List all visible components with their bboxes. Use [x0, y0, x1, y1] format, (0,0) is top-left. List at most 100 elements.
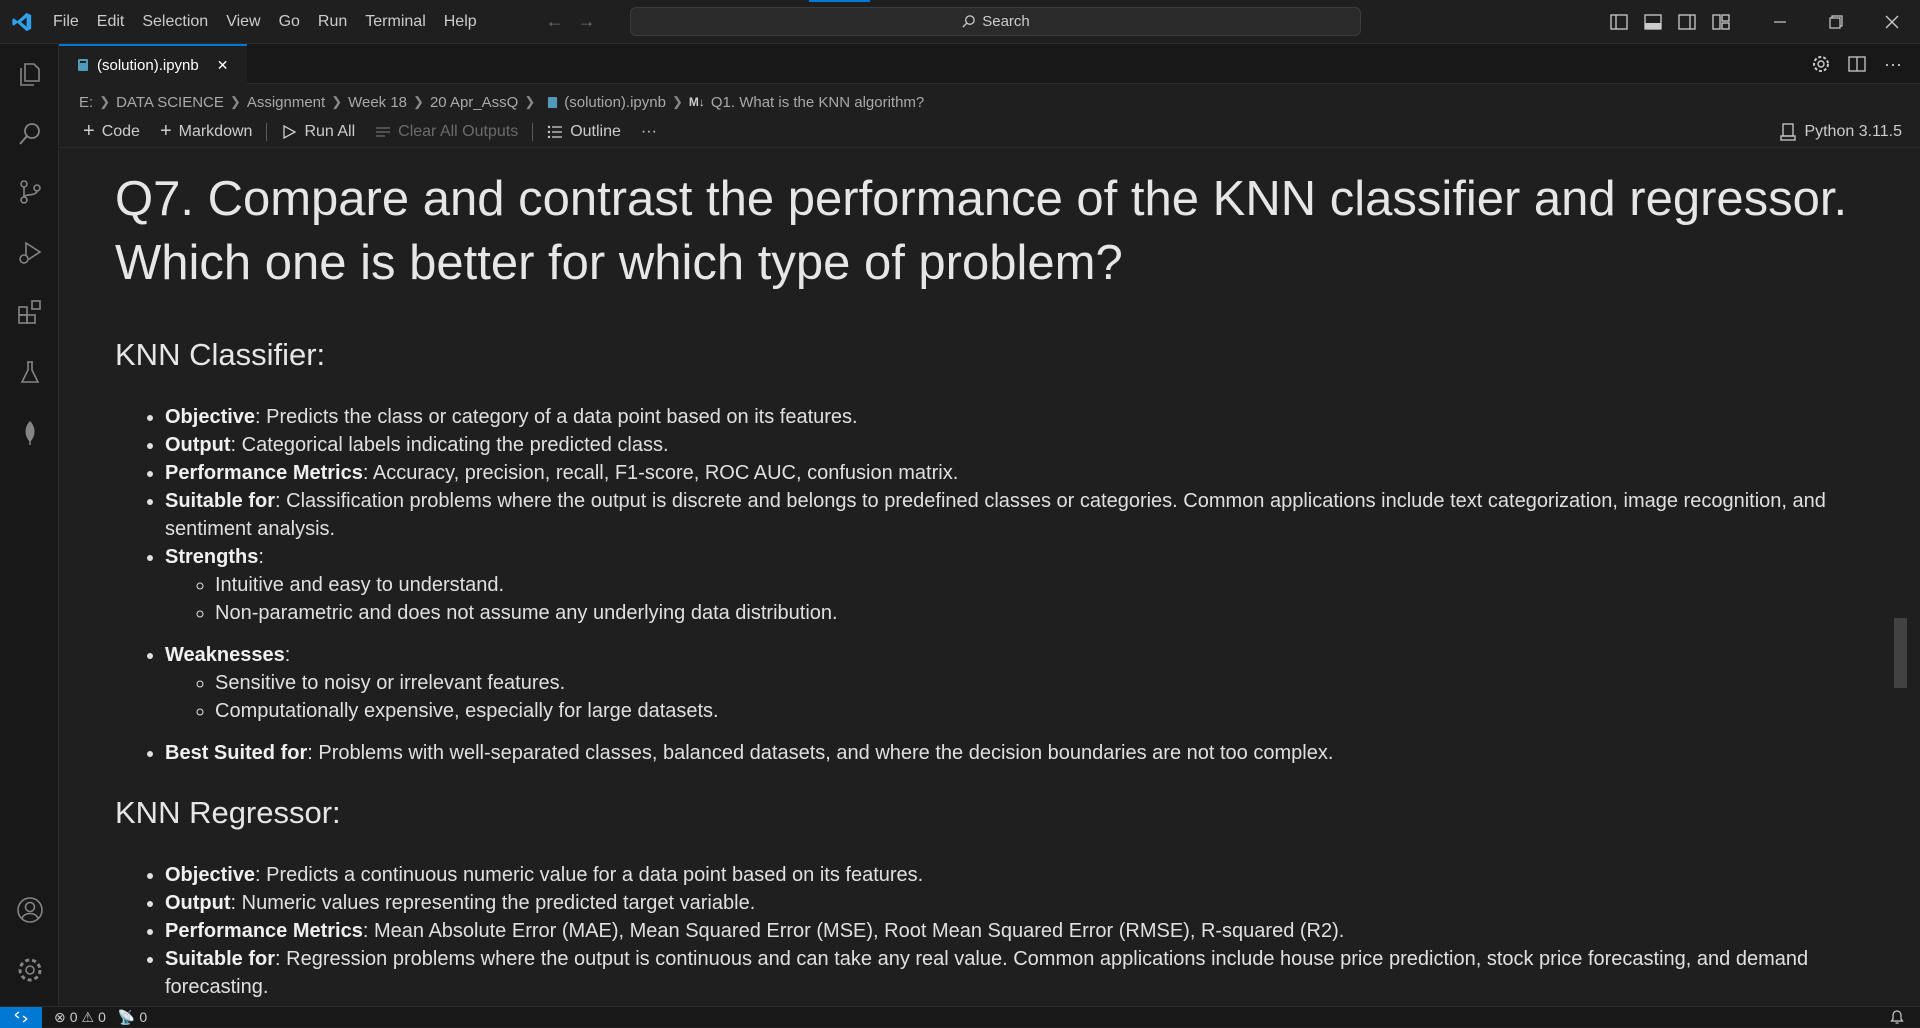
list-item: Best Suited for: Problems with well-sepa… — [165, 739, 1875, 767]
list-item: Performance Metrics: Accuracy, precision… — [165, 459, 1875, 487]
markdown-label: Markdown — [178, 122, 253, 140]
plus-icon: + — [83, 120, 95, 142]
add-markdown-cell-button[interactable]: + Markdown — [150, 116, 263, 148]
add-code-cell-button[interactable]: + Code — [73, 116, 150, 148]
layout-controls — [1610, 14, 1730, 30]
menu-go[interactable]: Go — [270, 0, 309, 44]
regressor-list: Objective: Predicts a continuous numeric… — [165, 861, 1875, 1001]
accounts-icon[interactable] — [0, 886, 59, 934]
toggle-panel-icon[interactable] — [1644, 14, 1662, 30]
toolbar-divider — [532, 122, 534, 141]
customize-layout-icon[interactable] — [1712, 14, 1730, 30]
menu-terminal[interactable]: Terminal — [356, 0, 434, 44]
navigation-arrows: ← → — [546, 11, 596, 32]
classifier-list: Objective: Predicts the class or categor… — [165, 403, 1875, 767]
strengths-list: Intuitive and easy to understand. Non-pa… — [215, 571, 1875, 627]
warning-count: 0 — [98, 1009, 106, 1025]
remote-indicator[interactable] — [0, 1006, 42, 1028]
breadcrumb-cell[interactable]: Q1. What is the KNN algorithm? — [711, 94, 924, 111]
tab-close-icon[interactable]: ✕ — [217, 57, 229, 74]
notebook-editor[interactable]: Q7. Compare and contrast the performance… — [59, 149, 1907, 1006]
code-label: Code — [101, 122, 140, 140]
vertical-scrollbar-thumb[interactable] — [1894, 618, 1907, 688]
vscode-logo-icon — [0, 0, 44, 44]
source-control-icon[interactable] — [0, 168, 59, 216]
breadcrumb-week[interactable]: Week 18 — [348, 94, 407, 111]
list-item: Objective: Predicts the class or categor… — [165, 403, 1875, 431]
title-bar: File Edit Selection View Go Run Terminal… — [0, 0, 1920, 44]
forward-arrow-icon[interactable]: → — [578, 11, 596, 32]
menu-bar: File Edit Selection View Go Run Terminal… — [44, 0, 486, 44]
menu-run[interactable]: Run — [309, 0, 356, 44]
list-item: Computationally expensive, especially fo… — [215, 697, 1875, 725]
close-window-button[interactable] — [1864, 0, 1920, 44]
toggle-secondary-sidebar-icon[interactable] — [1678, 14, 1696, 30]
warning-icon: ⚠ — [81, 1008, 95, 1025]
run-all-icon — [283, 124, 297, 139]
search-icon — [962, 15, 976, 28]
notebook-file-icon — [78, 59, 88, 71]
list-item: Non-parametric and does not assume any u… — [215, 599, 1875, 627]
clear-all-outputs-button[interactable]: Clear All Outputs — [365, 116, 528, 148]
run-all-button[interactable]: Run All — [271, 116, 365, 148]
kernel-server-icon — [1780, 123, 1797, 141]
list-item: Sensitive to noisy or irrelevant feature… — [215, 669, 1875, 697]
activity-bar — [0, 44, 59, 1006]
notifications-bell-icon[interactable] — [1890, 1009, 1904, 1027]
breadcrumb-drive[interactable]: E: — [79, 94, 93, 111]
ports-indicator[interactable]: 📡 0 — [118, 1009, 147, 1026]
chevron-right-icon: ❯ — [229, 94, 241, 109]
explorer-icon[interactable] — [0, 50, 59, 98]
breadcrumb: E: ❯ DATA SCIENCE ❯ Assignment ❯ Week 18… — [59, 88, 924, 116]
remote-icon — [14, 1011, 28, 1023]
search-view-icon[interactable] — [0, 110, 59, 158]
list-item: Weaknesses: Sensitive to noisy or irrele… — [165, 641, 1875, 725]
tab-label: (solution).ipynb — [97, 56, 199, 74]
run-all-label: Run All — [304, 122, 356, 140]
notebook-file-icon — [548, 96, 558, 108]
menu-edit[interactable]: Edit — [88, 0, 134, 44]
breadcrumb-data-science[interactable]: DATA SCIENCE — [116, 94, 224, 111]
markdown-cell[interactable]: Q7. Compare and contrast the performance… — [115, 167, 1875, 1001]
more-actions-icon[interactable]: ··· — [1884, 54, 1902, 75]
plus-icon: + — [159, 120, 172, 142]
minimize-button[interactable] — [1752, 0, 1808, 44]
menu-file[interactable]: File — [44, 0, 88, 44]
window-controls — [1610, 0, 1920, 44]
regressor-heading: KNN Regressor: — [115, 795, 341, 830]
breadcrumb-assignment[interactable]: Assignment — [247, 94, 325, 111]
menu-view[interactable]: View — [217, 0, 269, 44]
split-editor-icon[interactable] — [1848, 56, 1866, 72]
toggle-primary-sidebar-icon[interactable] — [1610, 14, 1628, 30]
chevron-right-icon: ❯ — [331, 94, 343, 109]
breadcrumb-folder[interactable]: 20 Apr_AssQ — [430, 94, 518, 111]
chevron-right-icon: ❯ — [413, 94, 424, 109]
extensions-icon[interactable] — [0, 288, 59, 336]
mongodb-leaf-icon[interactable] — [0, 408, 59, 456]
run-and-debug-icon[interactable] — [0, 228, 59, 276]
error-count: 0 — [69, 1009, 78, 1025]
testing-icon[interactable] — [0, 348, 59, 396]
menu-help[interactable]: Help — [435, 0, 486, 44]
toolbar-more-button[interactable]: ··· — [631, 116, 667, 148]
manage-gear-icon[interactable] — [0, 946, 59, 994]
back-arrow-icon[interactable]: ← — [546, 11, 564, 32]
menu-selection[interactable]: Selection — [133, 0, 217, 44]
status-bar: ⊗ 0 ⚠ 0 📡 0 — [0, 1006, 1920, 1028]
kernel-label: Python 3.11.5 — [1804, 123, 1902, 140]
command-center-search[interactable]: Search — [630, 7, 1361, 36]
breadcrumb-file[interactable]: (solution).ipynb — [564, 94, 666, 111]
tab-solution-notebook[interactable]: (solution).ipynb ✕ — [59, 44, 247, 84]
list-item: Performance Metrics: Mean Absolute Error… — [165, 917, 1875, 945]
kernel-picker[interactable]: Python 3.11.5 — [1780, 116, 1902, 148]
classifier-heading: KNN Classifier: — [115, 337, 326, 372]
restore-button[interactable] — [1808, 0, 1864, 44]
chevron-right-icon: ❯ — [671, 94, 683, 109]
ports-count: 0 — [139, 1009, 148, 1025]
outline-button[interactable]: Outline — [537, 116, 631, 148]
list-item: Objective: Predicts a continuous numeric… — [165, 861, 1875, 889]
problems-indicator[interactable]: ⊗ 0 ⚠ 0 — [54, 1009, 106, 1026]
settings-gear-icon[interactable] — [1812, 55, 1830, 73]
notebook-toolbar: + Code + Markdown Run All Clear All Outp… — [59, 116, 1920, 148]
error-icon: ⊗ — [54, 1008, 66, 1025]
